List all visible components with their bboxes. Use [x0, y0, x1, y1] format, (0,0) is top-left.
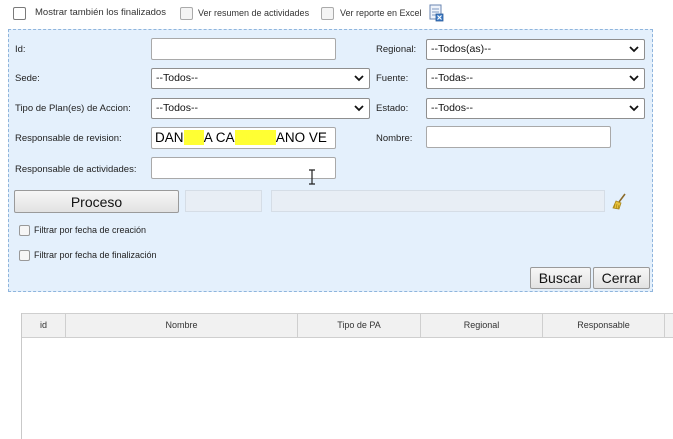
- tipo-plan-select[interactable]: --Todos--: [151, 98, 370, 119]
- filter-panel: Id: Regional: --Todos(as)-- Sede: --Todo…: [8, 29, 653, 292]
- responsable-revision-text-part: ANO VE: [275, 130, 327, 145]
- redacted-highlight: STELL: [234, 130, 276, 145]
- tipo-plan-label: Tipo de Plan(es) de Accion:: [15, 103, 131, 114]
- proceso-button[interactable]: Proceso: [14, 190, 179, 213]
- chevron-down-icon: [629, 75, 639, 82]
- chevron-down-icon: [354, 75, 364, 82]
- activity-summary-checkbox[interactable]: [180, 7, 193, 20]
- estado-select-value: --Todos--: [431, 102, 474, 114]
- excel-report-label: Ver reporte en Excel: [340, 8, 422, 18]
- text-cursor-icon: [308, 169, 316, 185]
- responsable-revision-input[interactable]: DANIELA CASTELLANO VE: [151, 127, 336, 149]
- regional-select[interactable]: --Todos(as)--: [426, 39, 645, 60]
- responsable-revision-text-part: A CA: [203, 130, 235, 145]
- sede-label: Sede:: [15, 73, 40, 84]
- excel-report-checkbox[interactable]: [321, 7, 334, 20]
- grid-header: id Nombre Tipo de PA Regional Responsabl…: [22, 313, 673, 338]
- sede-select[interactable]: --Todos--: [151, 68, 370, 89]
- show-finished-checkbox[interactable]: [13, 7, 26, 20]
- redacted-highlight: IEL: [183, 130, 204, 145]
- responsable-revision-label: Responsable de revision:: [15, 133, 122, 144]
- column-header-nombre[interactable]: Nombre: [66, 314, 298, 337]
- regional-select-value: --Todos(as)--: [431, 43, 492, 55]
- tipo-plan-select-value: --Todos--: [156, 102, 199, 114]
- activity-summary-label: Ver resumen de actividades: [198, 8, 310, 18]
- nombre-label: Nombre:: [376, 133, 413, 144]
- filter-creation-checkbox[interactable]: [19, 225, 30, 236]
- column-header-id[interactable]: id: [22, 314, 66, 337]
- fuente-label: Fuente:: [376, 73, 409, 84]
- broom-icon[interactable]: [612, 193, 628, 211]
- sede-select-value: --Todos--: [156, 72, 199, 84]
- cerrar-button[interactable]: Cerrar: [593, 267, 650, 289]
- id-input[interactable]: [151, 38, 336, 60]
- regional-label: Regional:: [376, 44, 417, 55]
- column-header-regional[interactable]: Regional: [421, 314, 543, 337]
- column-header-responsable[interactable]: Responsable: [543, 314, 665, 337]
- nombre-input[interactable]: [426, 126, 611, 148]
- id-label: Id:: [15, 44, 26, 55]
- fuente-select[interactable]: --Todas--: [426, 68, 645, 89]
- column-header-tipo-pa[interactable]: Tipo de PA: [298, 314, 421, 337]
- proceso-name-field: [271, 190, 605, 212]
- results-grid: id Nombre Tipo de PA Regional Responsabl…: [21, 313, 673, 439]
- filter-creation-label: Filtrar por fecha de creación: [34, 225, 147, 235]
- chevron-down-icon: [629, 46, 639, 53]
- excel-sheet-icon[interactable]: [428, 4, 444, 22]
- fuente-select-value: --Todas--: [431, 72, 474, 84]
- filter-finish-label: Filtrar por fecha de finalización: [34, 250, 157, 260]
- chevron-down-icon: [354, 105, 364, 112]
- responsable-actividades-label: Responsable de actividades:: [15, 164, 137, 175]
- estado-label: Estado:: [376, 103, 409, 114]
- estado-select[interactable]: --Todos--: [426, 98, 645, 119]
- proceso-code-field: [185, 190, 262, 212]
- filter-finish-checkbox[interactable]: [19, 250, 30, 261]
- responsable-revision-text-part: DAN: [155, 130, 184, 145]
- chevron-down-icon: [629, 105, 639, 112]
- show-finished-label: Mostrar también los finalizados: [35, 7, 166, 18]
- buscar-button[interactable]: Buscar: [530, 267, 591, 289]
